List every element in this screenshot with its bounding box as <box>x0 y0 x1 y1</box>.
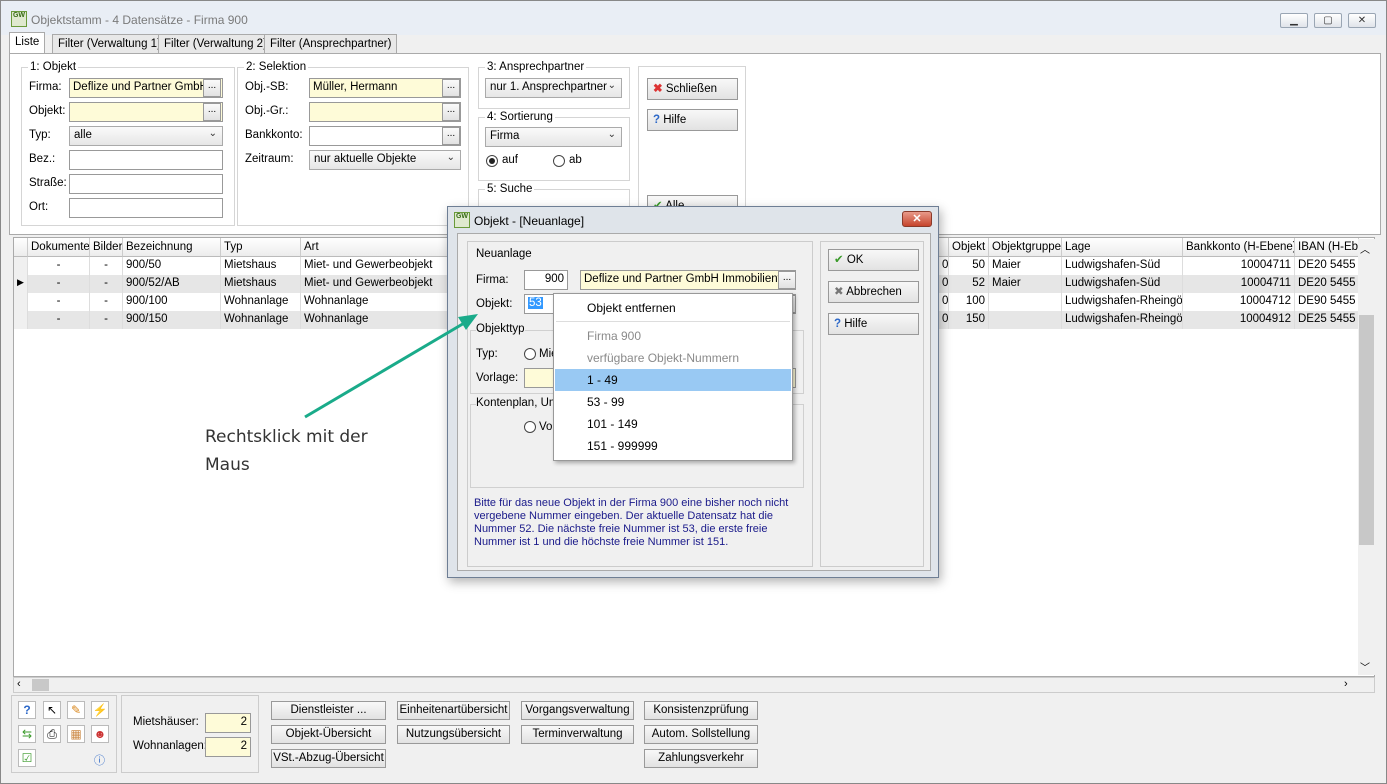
dialog-objekt-label: Objekt: <box>476 298 513 310</box>
menu-item-range[interactable]: 1 - 49 <box>555 369 791 391</box>
menu-item-objekt-entfernen[interactable]: Objekt entfernen <box>555 297 791 319</box>
dialog-firma-lookup[interactable]: ... <box>778 271 796 289</box>
kontenplan-option-radio[interactable] <box>524 421 536 433</box>
menu-divider <box>556 321 790 322</box>
menu-item-verfuegbare-nummern: verfügbare Objekt-Nummern <box>587 351 740 365</box>
ok-label: OK <box>846 254 864 266</box>
menu-item-range[interactable]: 101 - 149 <box>555 413 791 435</box>
dialog-firma-label: Firma: <box>476 274 509 286</box>
ok-button[interactable]: ✔ OK <box>828 249 919 271</box>
dialog-hilfe-label: Hilfe <box>844 318 868 330</box>
dialog-title: Objekt - [Neuanlage] <box>474 214 585 228</box>
menu-item-range[interactable]: 53 - 99 <box>555 391 791 413</box>
annotation-text: Rechtsklick mit der Maus <box>205 427 368 475</box>
typ-option-radio[interactable] <box>524 348 536 360</box>
kontenplan-legend: Kontenplan, Um <box>476 397 559 409</box>
menu-item-firma: Firma 900 <box>587 329 642 343</box>
help-icon: ? <box>834 318 842 330</box>
check-icon: ✔ <box>834 254 844 266</box>
kontenplan-option-label: Vo <box>539 421 553 433</box>
abbrechen-label: Abbrechen <box>846 286 902 298</box>
dialog-typ-label: Typ: <box>476 348 498 360</box>
dialog-app-icon: GW <box>454 212 470 228</box>
dialog-firma-number[interactable]: 900 <box>524 270 568 290</box>
dialog-close-button[interactable]: ✕ <box>902 211 932 227</box>
dialog-info-text: Bitte für das neue Objekt in der Firma 9… <box>474 497 789 548</box>
dialog-firma-name[interactable]: Deflize und Partner GmbH Immobilienver <box>580 270 796 290</box>
objekttyp-legend: Objekttyp <box>476 323 525 335</box>
cancel-icon: ✖ <box>834 286 844 298</box>
dialog-hilfe-button[interactable]: ? Hilfe <box>828 313 919 335</box>
menu-item-range[interactable]: 151 - 999999 <box>555 435 791 457</box>
dialog-objekt-value: 53 <box>528 297 543 309</box>
vorlage-label: Vorlage: <box>476 372 519 384</box>
neuanlage-legend: Neuanlage <box>476 248 532 260</box>
abbrechen-button[interactable]: ✖ Abbrechen <box>828 281 919 303</box>
context-menu: Objekt entfernen Firma 900 verfügbare Ob… <box>553 293 793 461</box>
